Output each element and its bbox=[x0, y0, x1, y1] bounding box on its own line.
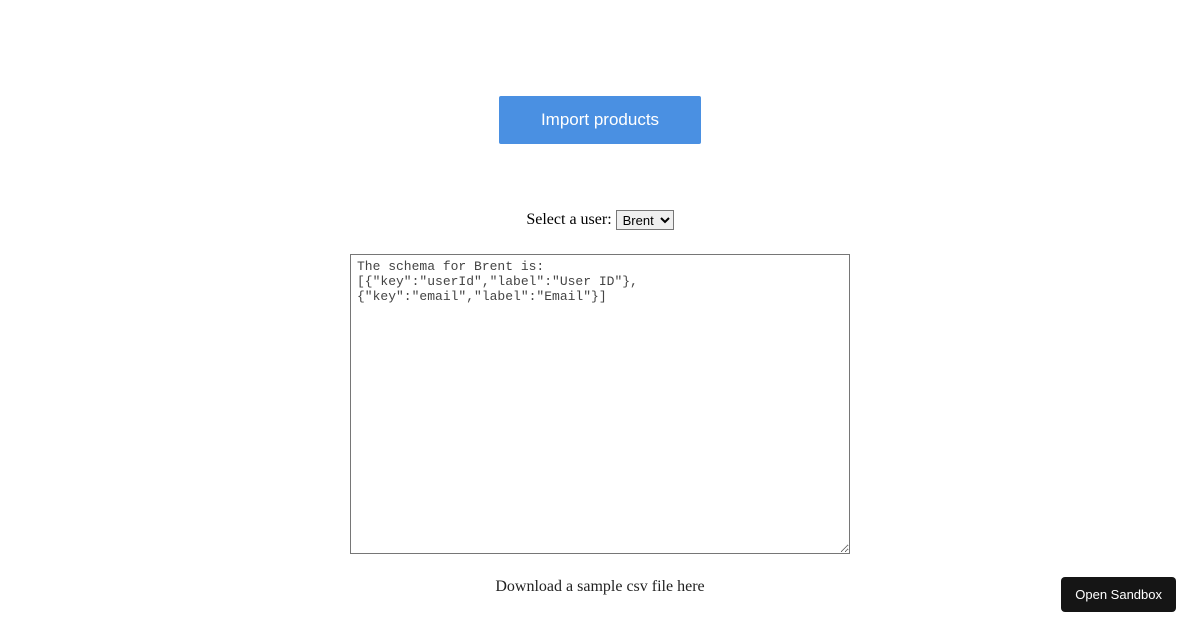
schema-textarea[interactable] bbox=[350, 254, 850, 554]
user-select-label: Select a user: bbox=[526, 211, 611, 229]
page-container: Import products Select a user: Brent Dow… bbox=[0, 0, 1200, 596]
import-products-button[interactable]: Import products bbox=[499, 96, 701, 144]
user-select[interactable]: Brent bbox=[616, 210, 674, 230]
download-sample-link[interactable]: Download a sample csv file here bbox=[495, 578, 704, 596]
open-sandbox-button[interactable]: Open Sandbox bbox=[1061, 577, 1176, 612]
user-select-row: Select a user: Brent bbox=[526, 210, 673, 230]
